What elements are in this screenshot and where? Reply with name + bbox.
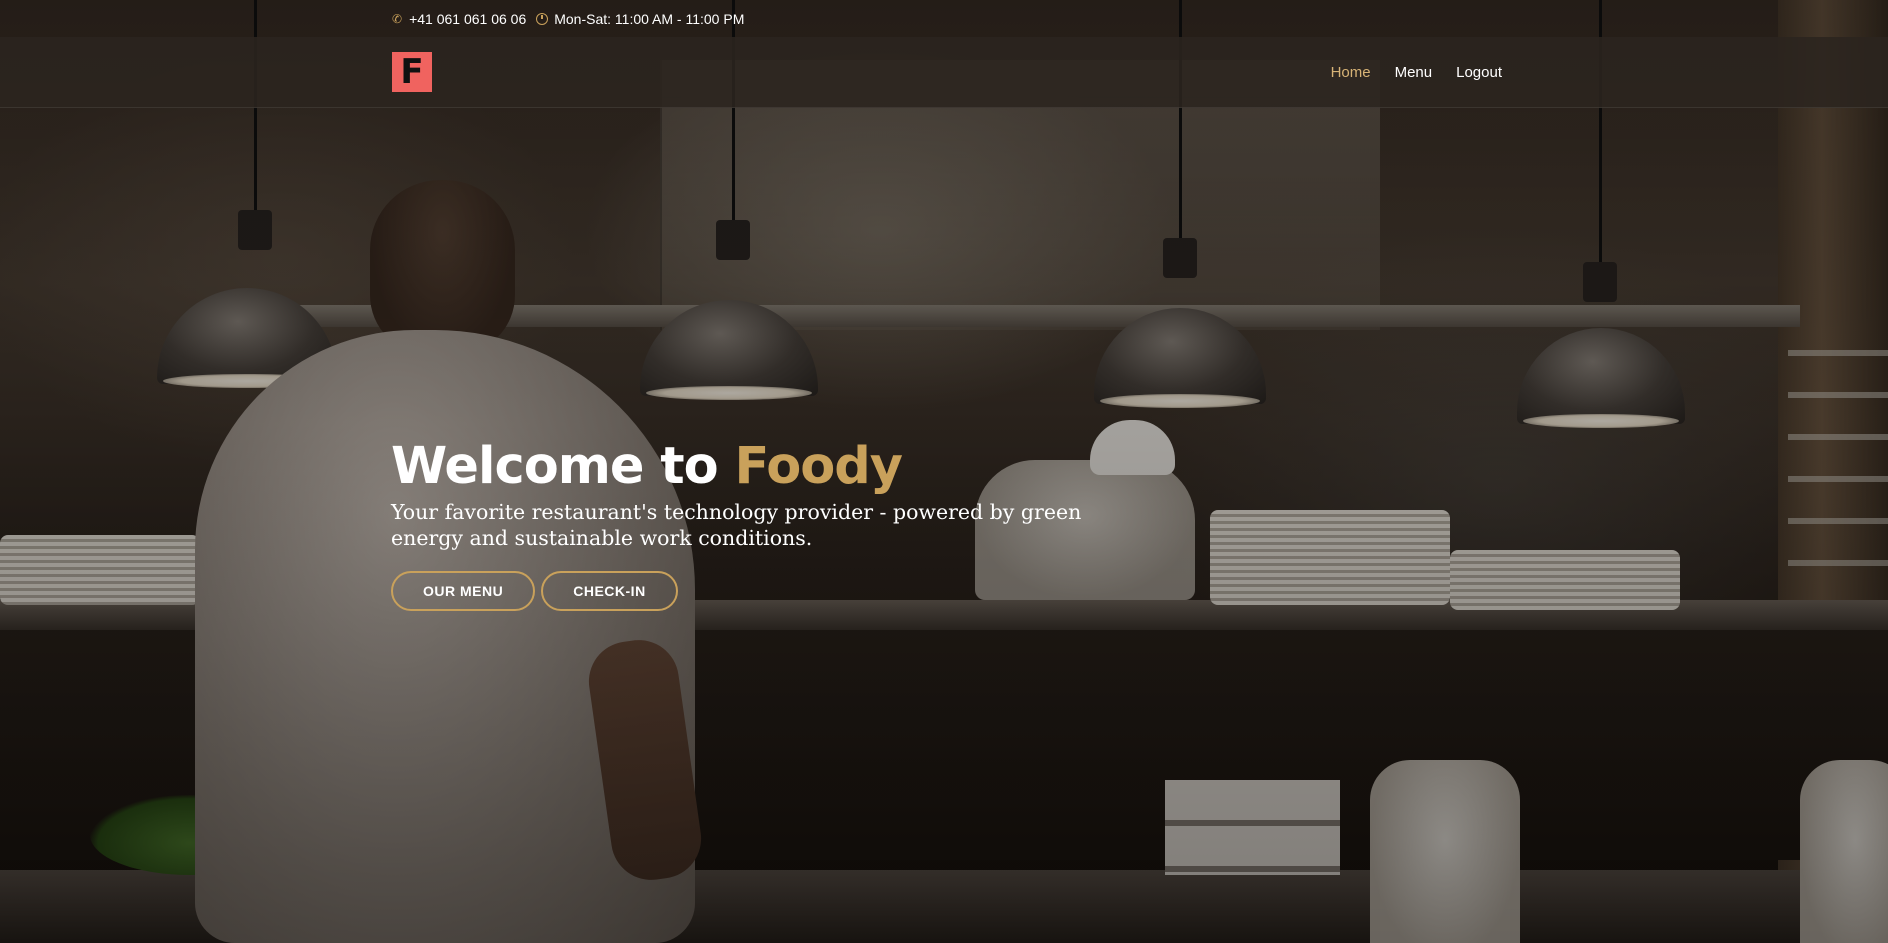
nav-link-home[interactable]: Home [1331, 64, 1371, 81]
opening-hours: Mon-Sat: 11:00 AM - 11:00 PM [554, 10, 745, 27]
logo-letter: F [400, 52, 424, 92]
hero-title-prefix: Welcome to [391, 437, 719, 496]
phone-icon: ✆ [392, 11, 403, 26]
our-menu-button[interactable]: OUR MENU [391, 571, 536, 611]
hero-subtitle: Your favorite restaurant's technology pr… [391, 500, 1082, 550]
hero-section: Welcome to Foody Your favorite restauran… [391, 437, 1191, 611]
nav-link-menu[interactable]: Menu [1395, 64, 1433, 81]
nav-links: Home Menu Logout [1307, 37, 1502, 108]
opening-hours-info: Mon-Sat: 11:00 AM - 11:00 PM [536, 11, 744, 27]
phone-number: +41 061 061 06 06 [409, 10, 527, 27]
hero-buttons: OUR MENU CHECK-IN [391, 571, 1191, 611]
nav-link-logout[interactable]: Logout [1456, 64, 1502, 81]
check-in-button[interactable]: CHECK-IN [541, 571, 678, 611]
top-info-bar: ✆ +41 061 061 06 06 Mon-Sat: 11:00 AM - … [0, 0, 1888, 37]
hero-title-brand: Foody [734, 437, 903, 496]
phone-info: ✆ +41 061 061 06 06 [392, 11, 526, 27]
clock-icon [536, 12, 549, 25]
foody-logo[interactable]: F [392, 52, 432, 92]
hero-title: Welcome to Foody [391, 437, 1191, 497]
main-navbar: F Home Menu Logout [0, 37, 1888, 108]
